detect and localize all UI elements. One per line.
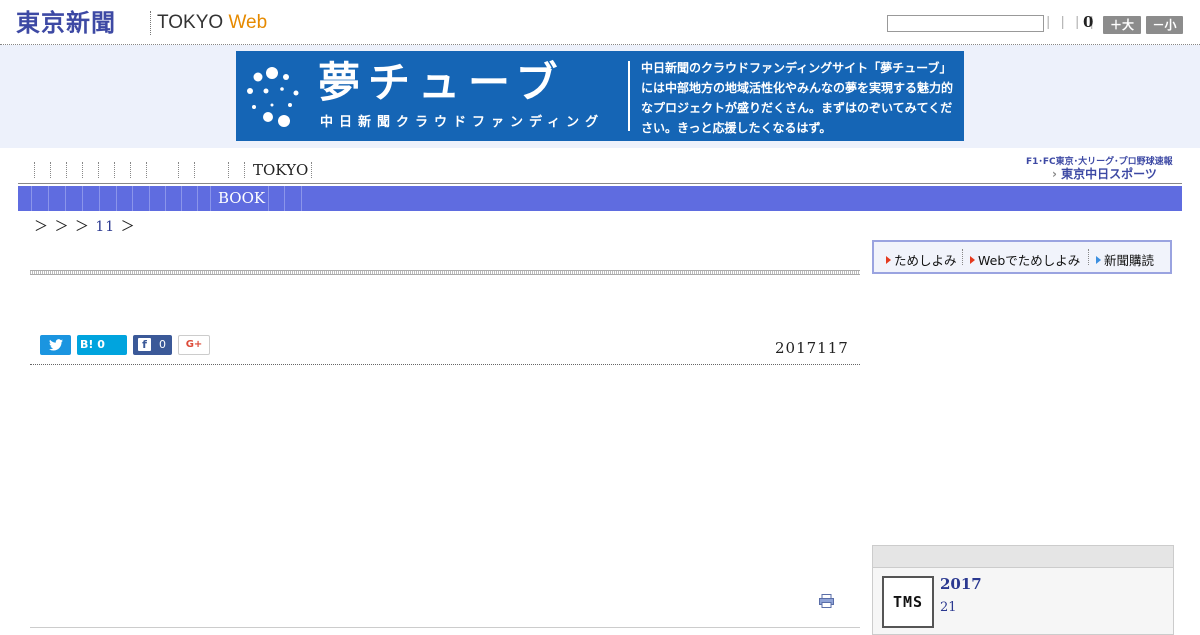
nav-item[interactable]	[311, 162, 312, 178]
tms-thumbnail[interactable]: TMS	[882, 576, 934, 628]
trial-link-read[interactable]: ためしよみ	[886, 250, 957, 269]
nav-item[interactable]	[50, 162, 51, 178]
trial-link-subscribe[interactable]: 新聞購読	[1096, 250, 1154, 269]
nav2-item-book[interactable]: BOOK	[218, 186, 265, 211]
nav2-item[interactable]	[132, 186, 133, 211]
nav-item[interactable]	[178, 162, 179, 178]
print-icon[interactable]	[819, 594, 834, 608]
header-count: 0	[1083, 13, 1094, 31]
site-header: 東京新聞 TOKYO Web | | | | 0 ＋大 －小	[0, 0, 1200, 44]
trial-link-label: ためしよみ	[894, 253, 957, 268]
partner-logo-text: 東京中日スポーツ	[1061, 167, 1157, 181]
googleplus-share-button[interactable]: G+	[178, 335, 210, 355]
twitter-share-button[interactable]	[40, 335, 71, 355]
facebook-count: 0	[159, 338, 166, 351]
nav-divider	[18, 183, 1182, 184]
nav2-item[interactable]	[268, 186, 269, 211]
twitter-icon	[48, 339, 63, 351]
dots-logo-icon	[247, 67, 299, 127]
breadcrumb: ＞ ＞ ＞ 11 ＞	[34, 216, 136, 236]
font-bigger-button[interactable]: ＋大	[1103, 16, 1141, 34]
yume-tube-banner[interactable]: 夢チューブ 中日新聞クラウドファンディング 中日新聞のクラウドファンディングサイ…	[236, 51, 964, 141]
nav2-item[interactable]	[99, 186, 100, 211]
nav-item[interactable]	[130, 162, 131, 178]
trial-link-label: Webでためしよみ	[978, 253, 1081, 268]
nav2-item[interactable]	[197, 186, 198, 211]
breadcrumb-prefix[interactable]: ＞ ＞ ＞	[34, 219, 90, 235]
font-smaller-button[interactable]: －小	[1146, 16, 1183, 34]
sidebar-box-header	[873, 546, 1173, 568]
triangle-right-icon	[970, 256, 975, 264]
facebook-share-button[interactable]: f 0	[133, 335, 172, 355]
banner-area: 夢チューブ 中日新聞クラウドファンディング 中日新聞のクラウドファンディングサイ…	[0, 45, 1200, 148]
article-bottom-rule	[30, 627, 860, 628]
tokyo-web-logo[interactable]: TOKYO Web	[157, 11, 267, 35]
trial-divider	[1088, 249, 1089, 265]
trial-link-label: 新聞購読	[1104, 253, 1155, 268]
nav2-item[interactable]	[181, 186, 182, 211]
nav2-item[interactable]	[82, 186, 83, 211]
nav-item[interactable]	[244, 162, 245, 178]
nav-item[interactable]	[66, 162, 67, 178]
sidebar-box: TMS 2017 21	[872, 545, 1174, 635]
secondary-nav	[18, 186, 1182, 211]
nav-item-tokyo[interactable]: TOKYO	[253, 160, 308, 180]
nav2-item[interactable]	[149, 186, 150, 211]
banner-subtitle: 中日新聞クラウドファンディング	[320, 115, 605, 130]
nav-item[interactable]	[114, 162, 115, 178]
subscription-links: ためしよみ Webでためしよみ 新聞購読	[872, 240, 1172, 274]
nav2-item[interactable]	[65, 186, 66, 211]
search-input[interactable]	[887, 15, 1044, 32]
chevron-right-icon: ›	[1052, 167, 1057, 181]
nav-item[interactable]	[98, 162, 99, 178]
logo-divider	[150, 11, 151, 35]
sidebar-box-year[interactable]: 2017	[940, 575, 982, 593]
nav2-item[interactable]	[31, 186, 32, 211]
nav-item[interactable]	[82, 162, 83, 178]
article-date: 2017117	[775, 339, 849, 357]
banner-title: 夢チューブ	[318, 58, 566, 107]
trial-divider	[962, 249, 963, 265]
logo-web-text: Web	[228, 12, 268, 33]
breadcrumb-suffix: ＞	[120, 219, 136, 235]
triangle-right-icon	[1096, 256, 1101, 264]
tokyo-shimbun-logo[interactable]: 東京新聞	[16, 8, 116, 38]
nav-item[interactable]	[194, 162, 195, 178]
chunichi-sports-logo[interactable]: › 東京中日スポーツ	[1052, 165, 1157, 182]
banner-text: 中日新聞のクラウドファンディングサイト「夢チューブ」には中部地方の地域活性化やみ…	[641, 61, 954, 135]
nav-item[interactable]	[146, 162, 147, 178]
facebook-icon: f	[138, 338, 151, 351]
nav2-item[interactable]	[284, 186, 285, 211]
sidebar-box-number[interactable]: 21	[940, 600, 957, 615]
hatena-bookmark-button[interactable]: B! 0	[77, 335, 127, 355]
nav2-item[interactable]	[301, 186, 302, 211]
triangle-right-icon	[886, 256, 891, 264]
logo-tokyo-text: TOKYO	[157, 12, 224, 33]
breadcrumb-link[interactable]: 11	[95, 219, 115, 235]
nav2-item[interactable]	[48, 186, 49, 211]
banner-divider	[628, 61, 630, 131]
nav2-item[interactable]	[165, 186, 166, 211]
nav2-item[interactable]	[210, 186, 211, 211]
nav2-item[interactable]	[116, 186, 117, 211]
trial-link-web[interactable]: Webでためしよみ	[970, 250, 1080, 269]
nav-item[interactable]	[228, 162, 229, 178]
article-divider	[30, 364, 860, 365]
nav-item[interactable]	[34, 162, 35, 178]
article-title-rule	[30, 270, 860, 275]
